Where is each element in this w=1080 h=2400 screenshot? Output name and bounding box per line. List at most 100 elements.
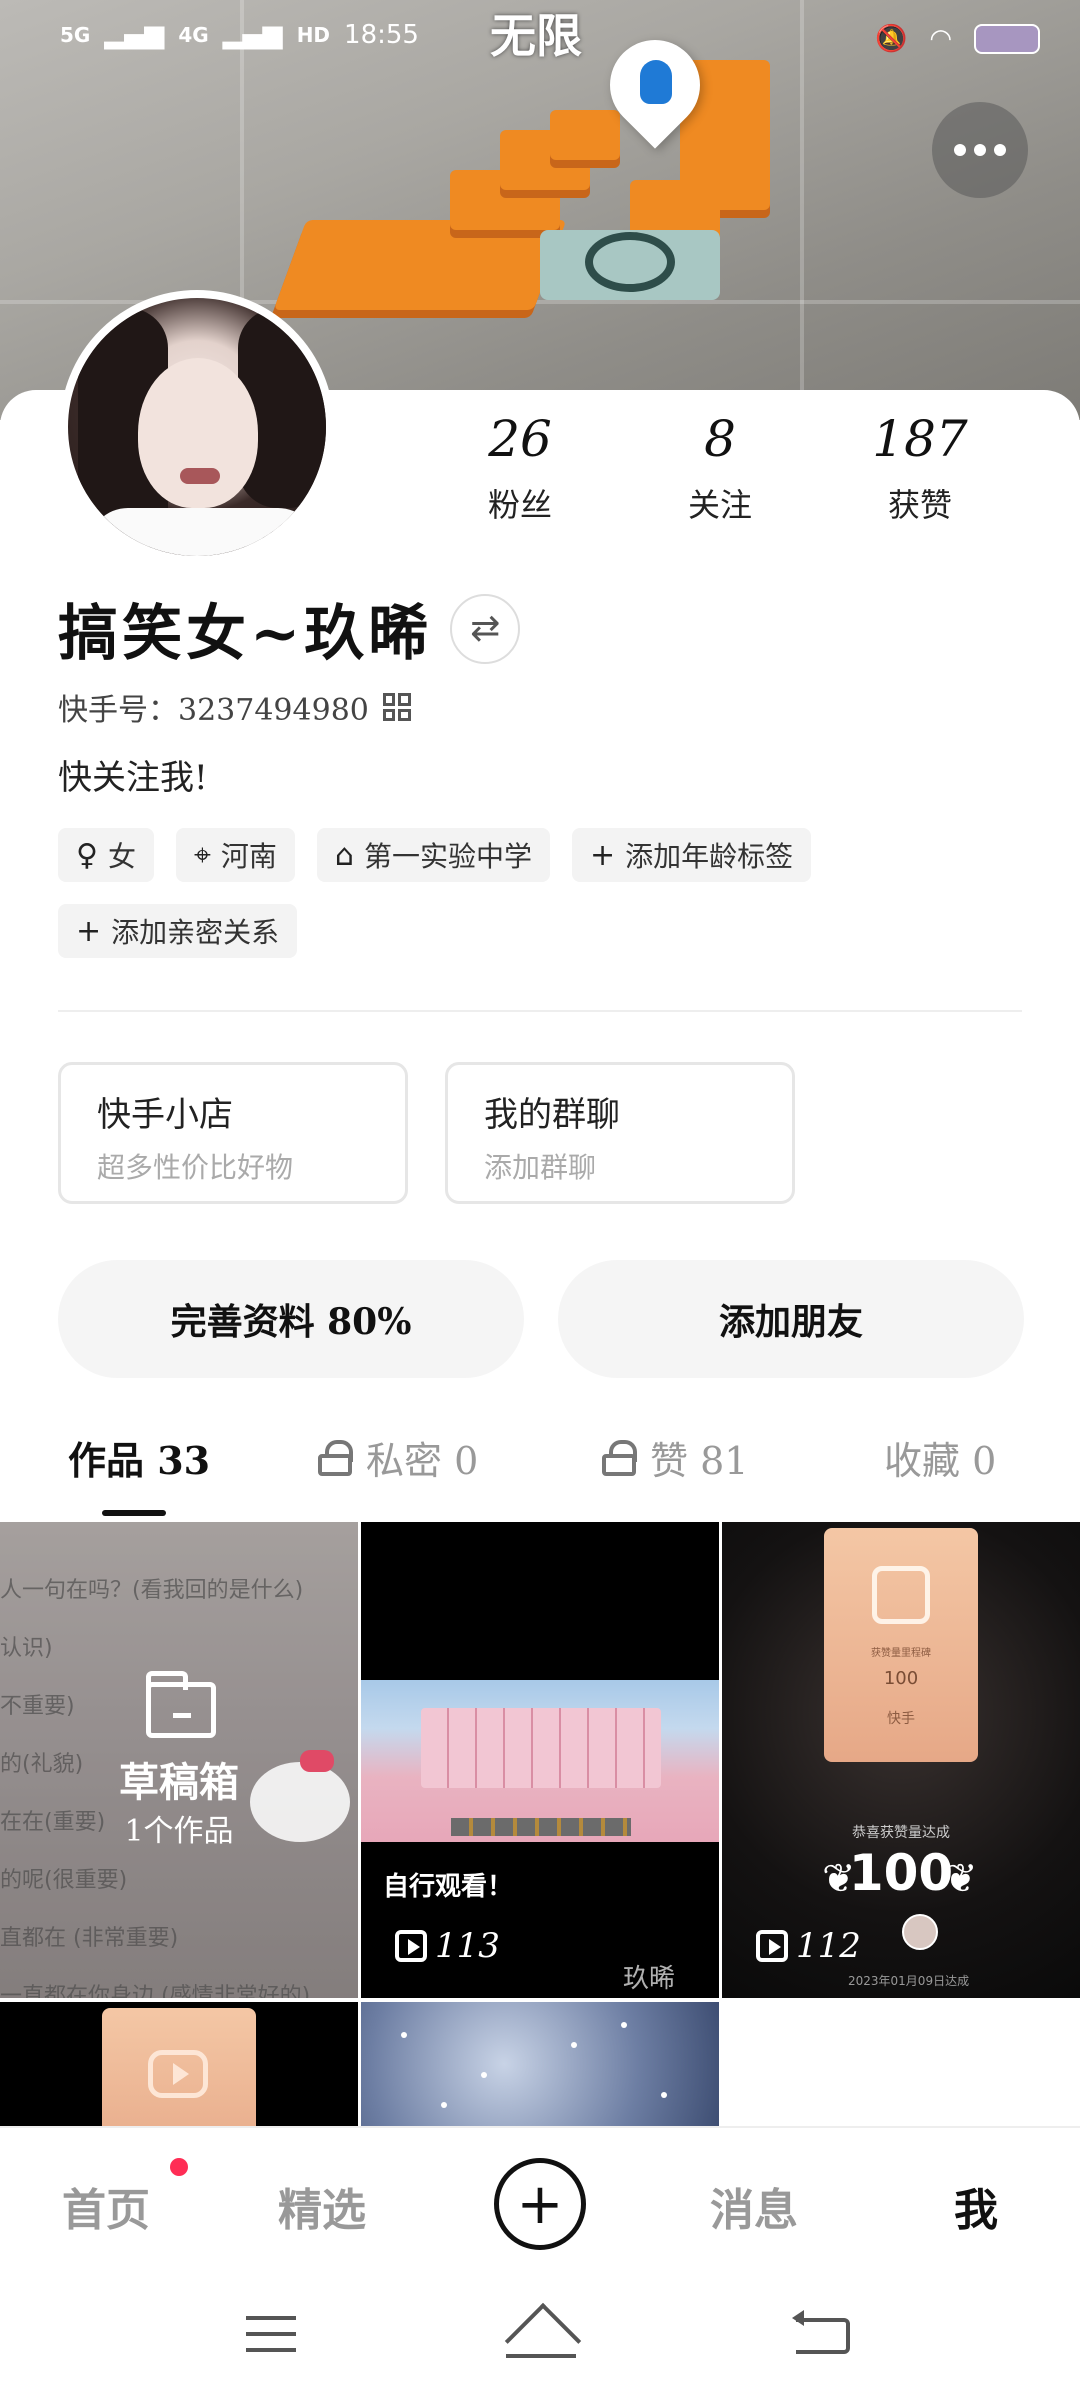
tag-location[interactable]: ⌖ 河南 bbox=[176, 828, 295, 882]
stat-label: 关注 bbox=[687, 486, 752, 524]
stat-value: 8 bbox=[704, 410, 736, 468]
plaque-brand: 快手 bbox=[887, 1711, 915, 1727]
nav-messages[interactable]: 消息 bbox=[710, 2174, 798, 2238]
shop-card[interactable]: 快手小店 超多性价比好物 bbox=[58, 1062, 408, 1204]
section-divider bbox=[58, 1010, 1022, 1012]
hd-badge: HD bbox=[296, 23, 331, 47]
more-dot bbox=[954, 144, 966, 156]
more-options-button[interactable] bbox=[932, 102, 1028, 198]
tab-likes[interactable]: 赞 81 bbox=[602, 1430, 748, 1485]
play-count: 112 bbox=[756, 1926, 861, 1966]
plus-icon: + bbox=[76, 913, 102, 949]
stat-value: 26 bbox=[488, 410, 552, 468]
tag-school[interactable]: ⌂ 第一实验中学 bbox=[316, 828, 550, 882]
qr-code-icon[interactable] bbox=[382, 693, 411, 721]
status-bar: 5G ▂▄▆ 4G ▂▄▆ HD 18:55 🔕 ◠ bbox=[0, 0, 1080, 80]
plaque-label: 获赞量里程碑 bbox=[871, 1648, 931, 1659]
avatar-lips bbox=[180, 468, 220, 484]
tag-gender[interactable]: ♀ 女 bbox=[58, 828, 154, 882]
tab-private[interactable]: 私密 0 bbox=[318, 1430, 478, 1485]
nav-featured[interactable]: 精选 bbox=[278, 2174, 366, 2238]
snow-speck bbox=[571, 2042, 577, 2048]
nav-me[interactable]: 我 bbox=[954, 2174, 998, 2238]
name-row: 搞笑女~玖晞 ⇄ bbox=[58, 585, 521, 672]
snow-speck bbox=[441, 2102, 447, 2108]
tag-add-relationship[interactable]: + 添加亲密关系 bbox=[58, 904, 298, 958]
tab-label: 作品 33 bbox=[68, 1438, 211, 1483]
works-grid: 人一句在吗？(看我回的是什么) 认识) 不重要) 的(礼貌) 在在(重要) 的呢… bbox=[0, 1522, 1080, 2126]
recent-apps-icon[interactable] bbox=[246, 2316, 296, 2352]
tab-label: 收藏 0 bbox=[884, 1439, 997, 1483]
create-post-button[interactable]: + bbox=[494, 2158, 586, 2250]
group-chat-subtitle: 添加群聊 bbox=[484, 1151, 597, 1184]
video-tile[interactable] bbox=[361, 2002, 719, 2126]
play-icon bbox=[148, 2050, 208, 2098]
achievement-value: 100 bbox=[848, 1844, 954, 1902]
video-tile[interactable]: 获赞量里程碑 100 快手 恭喜获赞量达成 ❦ 100 ❦ 112 2023年0… bbox=[722, 1522, 1080, 1998]
signal-4g: 4G bbox=[178, 23, 209, 47]
plus-icon: + bbox=[589, 837, 616, 873]
banner-game-block bbox=[273, 220, 567, 310]
add-friend-button[interactable]: 添加朋友 bbox=[558, 1260, 1024, 1378]
home-icon[interactable] bbox=[506, 2314, 576, 2360]
folder-icon bbox=[146, 1671, 216, 1738]
avatar[interactable] bbox=[60, 290, 334, 564]
status-time: 18:55 bbox=[344, 20, 419, 50]
nav-home[interactable]: 首页 bbox=[62, 2174, 150, 2238]
stat-following[interactable]: 8 关注 bbox=[630, 410, 810, 526]
location-icon: ⌖ bbox=[194, 837, 211, 873]
tag-label: 添加年龄标签 bbox=[625, 840, 794, 873]
laurel-right-icon: ❦ bbox=[944, 1856, 978, 1902]
stat-likes[interactable]: 187 获赞 bbox=[830, 410, 1010, 526]
tab-favorites[interactable]: 收藏 0 bbox=[884, 1430, 996, 1485]
battery-icon bbox=[974, 24, 1040, 54]
video-thumbnail-blocks bbox=[421, 1708, 661, 1788]
avatar-face bbox=[138, 358, 258, 508]
tag-add-age[interactable]: + 添加年龄标签 bbox=[571, 828, 812, 882]
tag-label: 添加亲密关系 bbox=[111, 916, 280, 949]
mini-avatar bbox=[902, 1914, 938, 1950]
play-icon bbox=[395, 1930, 427, 1962]
snow-speck bbox=[481, 2072, 487, 2078]
video-thumbnail-hotbar bbox=[451, 1818, 631, 1836]
play-count: 113 bbox=[395, 1926, 500, 1966]
shop-card-subtitle: 超多性价比好物 bbox=[97, 1151, 294, 1184]
system-navigation bbox=[0, 2276, 1080, 2400]
back-icon[interactable] bbox=[792, 2310, 850, 2354]
likes-plaque: 获赞量里程碑 100 快手 bbox=[824, 1528, 978, 1762]
tab-works[interactable]: 作品 33 bbox=[68, 1430, 210, 1485]
kuaishou-id-row[interactable]: 快手号：3237494980 bbox=[58, 685, 411, 729]
profile-bio: 快关注我! bbox=[58, 758, 208, 798]
shop-card-title: 快手小店 bbox=[97, 1095, 233, 1135]
switch-account-button[interactable]: ⇄ bbox=[450, 593, 521, 664]
play-count-value: 113 bbox=[435, 1926, 500, 1966]
lock-icon bbox=[318, 1439, 353, 1476]
bottom-navigation: 首页 精选 + 消息 我 bbox=[0, 2126, 1080, 2276]
video-tile[interactable]: 自行观看！ 113 玖晞 bbox=[361, 1522, 719, 1998]
achievement-text: 恭喜获赞量达成 bbox=[852, 1825, 950, 1841]
banner-game-block bbox=[550, 110, 620, 160]
signal-bars-icon: ▂▄▆ bbox=[222, 20, 283, 50]
more-dot bbox=[974, 144, 986, 156]
stat-fans[interactable]: 26 粉丝 bbox=[430, 410, 610, 526]
thumbs-up-icon bbox=[872, 1566, 930, 1624]
tab-indicator bbox=[102, 1510, 166, 1516]
snow-speck bbox=[621, 2022, 627, 2028]
play-count-value: 112 bbox=[796, 1926, 861, 1966]
drafts-tile[interactable]: 人一句在吗？(看我回的是什么) 认识) 不重要) 的(礼貌) 在在(重要) 的呢… bbox=[0, 1522, 358, 1998]
video-thumbnail bbox=[102, 2008, 256, 2126]
video-tile[interactable] bbox=[0, 2002, 358, 2126]
complete-profile-button[interactable]: 完善资料 80% bbox=[58, 1260, 524, 1378]
video-watermark: 玖晞 bbox=[623, 1964, 676, 1994]
group-chat-card[interactable]: 我的群聊 添加群聊 bbox=[445, 1062, 795, 1204]
lock-icon bbox=[602, 1439, 637, 1476]
profile-tags: ♀ 女 ⌖ 河南 ⌂ 第一实验中学 + 添加年龄标签 + 添加亲密关系 bbox=[58, 828, 1038, 958]
signal-5g: 5G bbox=[60, 23, 91, 47]
tab-label: 赞 81 bbox=[650, 1439, 749, 1483]
banner-game-pad-ring bbox=[585, 232, 675, 292]
group-chat-title: 我的群聊 bbox=[484, 1095, 620, 1135]
school-icon: ⌂ bbox=[334, 837, 354, 873]
drafts-title: 草稿箱 bbox=[119, 1759, 239, 1806]
kuaishou-id: 快手号：3237494980 bbox=[58, 693, 369, 728]
tag-label: 第一实验中学 bbox=[363, 840, 532, 873]
